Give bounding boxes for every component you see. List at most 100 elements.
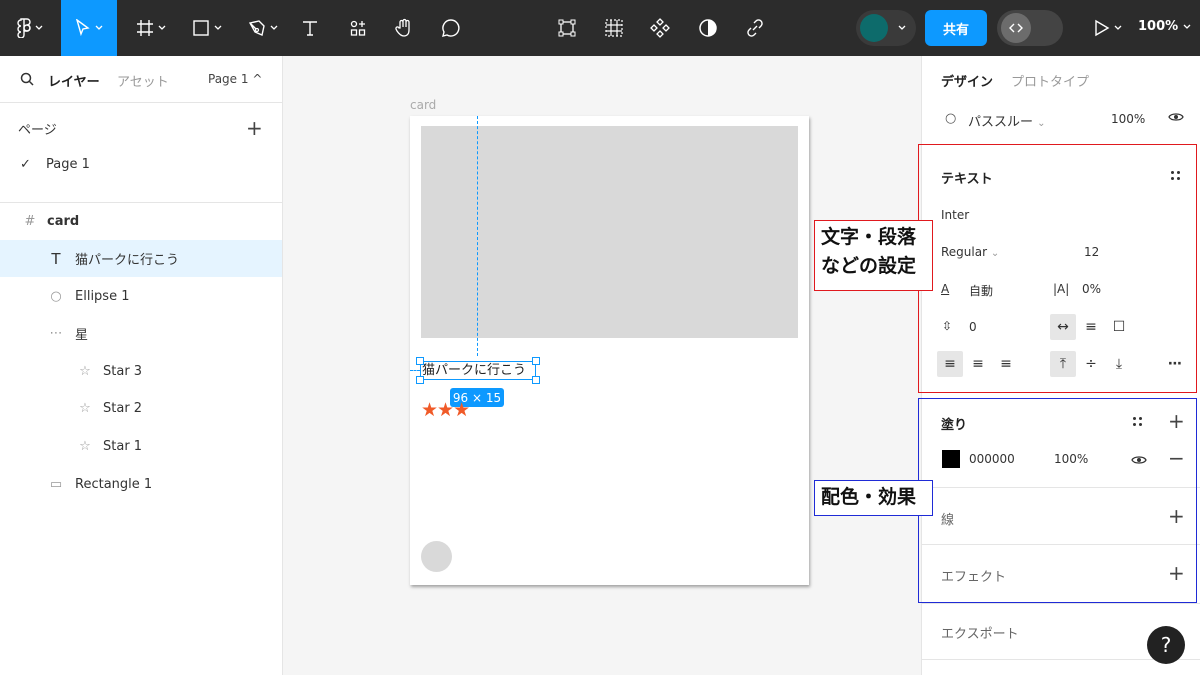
frame-tool-button[interactable] — [130, 0, 172, 56]
ellipse-icon: ○ — [50, 289, 62, 304]
check-icon: ✓ — [20, 157, 31, 172]
resize-handle[interactable] — [532, 357, 540, 365]
layer-star[interactable]: ☆ Star 3 — [0, 353, 282, 390]
chevron-down-icon — [158, 25, 166, 30]
search-icon[interactable] — [20, 72, 34, 86]
avatar — [860, 14, 888, 42]
text-tool-button[interactable] — [296, 0, 324, 56]
card-frame[interactable] — [410, 116, 809, 585]
fill-effects-callout: 配色・効果 — [814, 480, 933, 516]
eye-icon[interactable] — [1168, 111, 1184, 123]
resize-handle[interactable] — [416, 357, 424, 365]
component-button[interactable] — [646, 0, 674, 56]
tab-assets[interactable]: アセット — [117, 71, 169, 90]
canvas[interactable]: card 猫パークに行こう 96 × 15 ★★★ — [283, 56, 921, 675]
figma-logo-icon — [17, 18, 31, 38]
play-icon — [1095, 19, 1110, 37]
selected-text-layer[interactable]: 猫パークに行こう — [416, 357, 540, 384]
dev-mode-toggle[interactable] — [997, 10, 1063, 46]
layer-star[interactable]: ☆ Star 1 — [0, 428, 282, 465]
export-section-title: エクスポート — [941, 627, 1019, 642]
contrast-icon — [699, 19, 717, 37]
layer-ellipse[interactable]: ○ Ellipse 1 — [0, 278, 282, 315]
zoom-dropdown[interactable]: 100% — [1138, 19, 1191, 34]
layer-label: 星 — [75, 328, 89, 343]
page-item-label: Page 1 — [46, 157, 90, 172]
layer-rectangle[interactable]: ▭ Rectangle 1 — [0, 466, 282, 503]
frame-label[interactable]: card — [410, 98, 436, 112]
card-title-text: 猫パークに行こう — [422, 363, 527, 378]
pages-heading: ページ — [18, 123, 57, 138]
rating-stars[interactable]: ★★★ — [421, 399, 470, 421]
resources-button[interactable] — [344, 0, 372, 56]
layer-label: card — [47, 214, 80, 229]
star-icon: ☆ — [79, 439, 91, 454]
layer-opacity[interactable]: 100% — [1111, 112, 1145, 126]
text-settings-callout: 文字・段落 などの設定 — [814, 220, 933, 291]
mask-button[interactable] — [694, 0, 722, 56]
help-button[interactable]: ? — [1147, 626, 1185, 664]
rectangle-icon — [193, 20, 209, 36]
layer-label: Star 2 — [103, 401, 143, 416]
hand-icon — [395, 18, 410, 37]
layer-label: 猫パークに行こう — [75, 253, 180, 268]
link-icon — [747, 19, 763, 37]
chevron-down-icon — [270, 25, 278, 30]
star-icon: ☆ — [79, 401, 91, 416]
grid-layout-button[interactable] — [600, 0, 628, 56]
layer-star[interactable]: ☆ Star 2 — [0, 390, 282, 427]
rectangle-icon: ▭ — [49, 477, 63, 492]
chevron-down-icon — [1183, 24, 1191, 29]
tab-prototype[interactable]: プロトタイプ — [1011, 71, 1089, 90]
code-icon — [1001, 13, 1031, 43]
move-tool-button[interactable] — [61, 0, 117, 56]
divider — [922, 603, 1200, 604]
callout-line: などの設定 — [821, 255, 917, 277]
frame-icon: # — [24, 214, 36, 229]
resize-handle[interactable] — [416, 376, 424, 384]
tab-design[interactable]: デザイン — [941, 71, 993, 90]
comment-icon — [442, 19, 460, 37]
text-icon: T — [51, 249, 61, 268]
measure-guide — [410, 370, 420, 371]
layer-label: Rectangle 1 — [75, 477, 153, 492]
transform-icon — [558, 19, 576, 37]
layer-label: Ellipse 1 — [75, 289, 130, 304]
layer-text[interactable]: T 猫パークに行こう — [0, 240, 282, 277]
multiplayer-avatar-button[interactable] — [856, 10, 916, 46]
layers-panel: レイヤー アセット Page 1 ^ ページ + ✓ Page 1 # card … — [0, 56, 283, 675]
text-icon — [303, 21, 317, 36]
page-item[interactable]: ✓ Page 1 — [20, 157, 90, 172]
grid-icon — [605, 19, 623, 37]
link-button[interactable] — [741, 0, 769, 56]
resources-icon — [350, 20, 366, 36]
comment-tool-button[interactable] — [437, 0, 465, 56]
blend-mode-dropdown[interactable]: パススルー ⌄ — [968, 111, 1046, 130]
pen-tool-button[interactable] — [242, 0, 284, 56]
fill-effects-highlight — [918, 398, 1197, 603]
chevron-down-icon — [35, 25, 43, 30]
tab-layers[interactable]: レイヤー — [48, 71, 100, 90]
component-icon — [650, 18, 670, 38]
layer-group[interactable]: ⋯ 星 — [0, 315, 282, 352]
present-button[interactable] — [1088, 0, 1128, 56]
share-button[interactable]: 共有 — [925, 10, 987, 46]
shape-tool-button[interactable] — [186, 0, 228, 56]
layer-card[interactable]: # card — [0, 203, 282, 240]
measure-guide — [477, 116, 478, 356]
chevron-down-icon — [95, 25, 103, 30]
transform-button[interactable] — [553, 0, 581, 56]
chevron-down-icon: ⌄ — [1037, 118, 1046, 129]
avatar-ellipse[interactable] — [421, 541, 452, 572]
resize-handle[interactable] — [532, 376, 540, 384]
hand-tool-button[interactable] — [390, 0, 418, 56]
chevron-down-icon — [1114, 25, 1122, 30]
group-icon: ⋯ — [49, 326, 63, 341]
page-selector[interactable]: Page 1 ^ — [208, 72, 262, 86]
layer-label: Star 1 — [103, 439, 143, 454]
toolbar: 共有 100% — [0, 0, 1200, 56]
drop-icon: ○ — [945, 111, 957, 126]
main-menu-button[interactable] — [10, 0, 50, 56]
add-page-icon[interactable]: + — [246, 116, 263, 140]
chevron-down-icon — [214, 25, 222, 30]
